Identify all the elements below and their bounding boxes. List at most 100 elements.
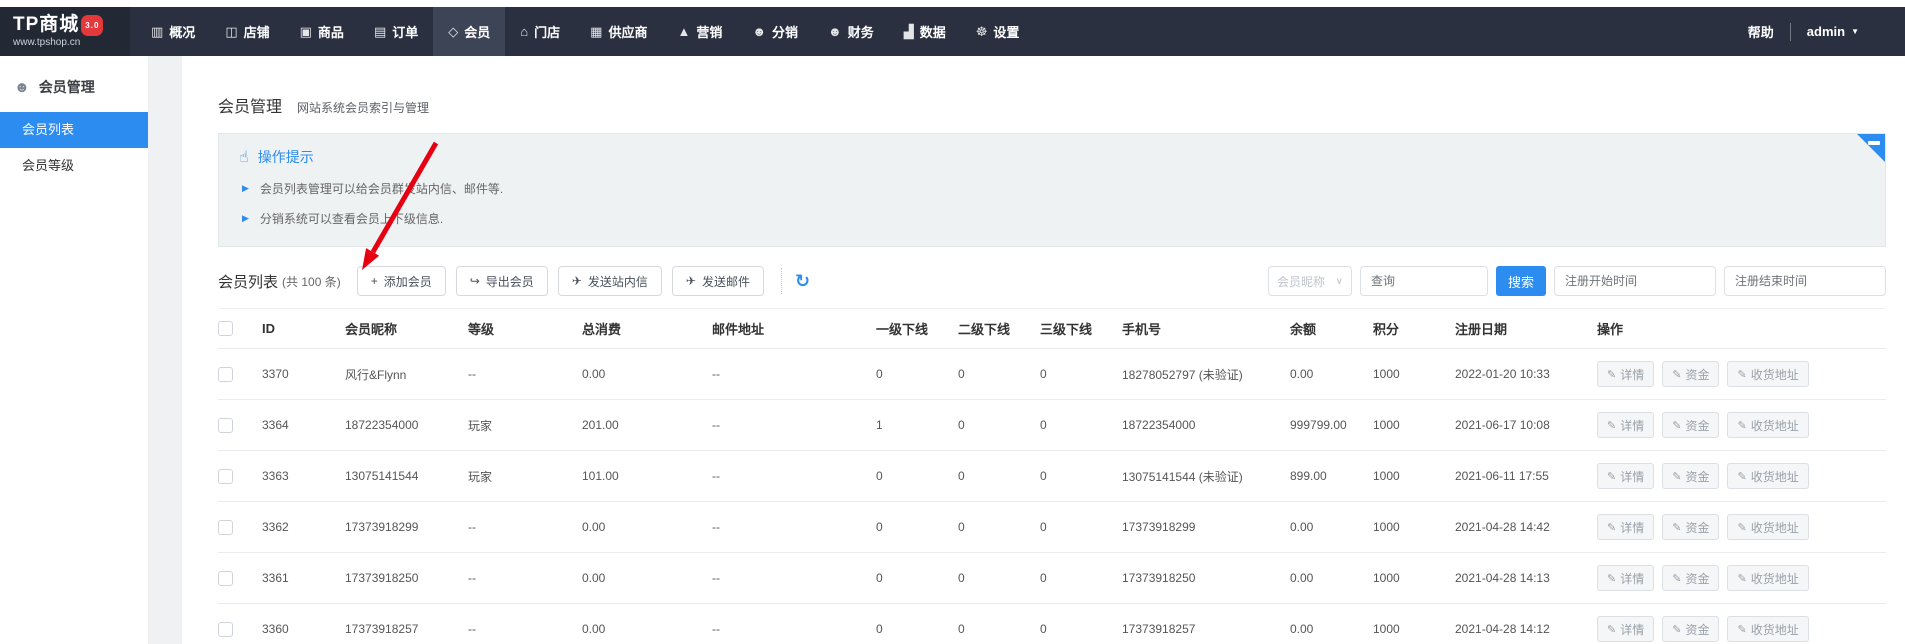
row-action-button[interactable]: ✎收货地址 [1727,463,1808,489]
row-action-button[interactable]: ✎ 收货地址 [1727,565,1808,591]
topnav-item-supplier[interactable]: ▦供应商 [575,7,662,56]
tips-collapse-corner[interactable] [1857,134,1885,162]
topnav-item-distribution[interactable]: ☻分销 [737,7,813,56]
triangle-bullet-icon: ▶ [242,213,249,224]
row-actions: ✎详情 ✎资金 ✎ 收货地址 [1597,565,1886,591]
cell-id: 3370 [262,367,345,381]
sidebar-group-member-management[interactable]: ☻ 会员管理 [0,56,148,112]
edit-icon: ✎ [1737,572,1746,585]
brand-logo[interactable]: TP商城3.0 www.tpshop.cn [0,7,130,56]
topnav-item-data[interactable]: ▟数据 [889,7,961,56]
cell-total: 201.00 [582,418,712,432]
row-action-button[interactable]: ✎详情 [1597,412,1654,438]
topnav-item-members[interactable]: ◇会员 [433,7,505,56]
cell-l1: 0 [876,622,958,636]
row-action-label: 收货地址 [1751,570,1799,587]
edit-icon: ✎ [1672,368,1681,381]
row-checkbox[interactable] [218,418,233,433]
topnav-item-orders[interactable]: ▤订单 [359,7,433,56]
refresh-icon[interactable]: ↻ [795,272,810,290]
row-action-button[interactable]: ✎资金 [1662,616,1719,642]
select-all-checkbox[interactable] [218,321,233,336]
sidebar-item[interactable]: 会员等级 [0,148,148,184]
topnav-right: 帮助 admin▼ [1748,7,1905,56]
cell-email: -- [712,520,876,534]
topnav-item-goods[interactable]: ▣商品 [285,7,359,56]
tip-item: ▶分销系统可以查看会员上下级信息. [239,210,1865,227]
topnav-item-stores[interactable]: ⌂ 门店 [505,7,575,56]
row-action-button[interactable]: ✎收货地址 [1727,616,1808,642]
cell-level: -- [468,571,582,585]
cell-reg: 2021-04-28 14:12 [1455,622,1597,636]
row-checkbox[interactable] [218,571,233,586]
brand-logo-url: www.tpshop.cn [13,37,130,48]
send-email-icon: ✈ [686,274,696,288]
row-action-button[interactable]: ✎收货地址 [1727,514,1808,540]
send-message-button[interactable]: ✈发送站内信 [558,266,662,296]
topnav-item-settings[interactable]: ☸设置 [961,7,1035,56]
toolbar-divider [781,268,782,294]
export-button[interactable]: ↪导出会员 [456,266,548,296]
cell-id: 3360 [262,622,345,636]
cell-nickname: 风行&Flynn [345,366,468,383]
row-checkbox[interactable] [218,367,233,382]
search-button[interactable]: 搜索 [1496,266,1546,296]
edit-icon: ✎ [1607,368,1616,381]
cell-nickname: 17373918250 [345,571,468,585]
row-action-button[interactable]: ✎资金 [1662,361,1719,387]
row-action-button[interactable]: ✎资金 [1662,463,1719,489]
row-action-button[interactable]: ✎ 详情 [1597,361,1654,387]
sidebar-item[interactable]: 会员列表 [0,112,148,148]
send-email-button[interactable]: ✈发送邮件 [672,266,764,296]
topnav-item-marketing[interactable]: ▲营销 [662,7,737,56]
edit-icon: ✎ [1607,419,1616,432]
row-action-label: 详情 [1620,366,1644,383]
edit-icon: ✎ [1737,521,1746,534]
topnav-item-shop[interactable]: ◫店铺 [210,7,284,56]
cell-nickname: 17373918257 [345,622,468,636]
row-action-label: 资金 [1685,417,1709,434]
topnav-item-finance[interactable]: ☻财务 [813,7,889,56]
row-action-button[interactable]: ✎收货地址 [1727,361,1808,387]
cell-total: 0.00 [582,571,712,585]
search-field-select[interactable]: 会员昵称 ∨ [1268,266,1352,296]
topnav-item-dashboard[interactable]: ▥概况 [136,7,210,56]
row-action-button[interactable]: ✎资金 [1662,565,1719,591]
help-link[interactable]: 帮助 [1748,22,1774,41]
row-checkbox[interactable] [218,622,233,637]
row-action-button[interactable]: ✎详情 [1597,463,1654,489]
user-menu[interactable]: admin▼ [1807,24,1859,39]
register-end-date-input[interactable] [1724,266,1886,296]
topnav-item-label: 订单 [392,22,418,41]
settings-icon: ☸ [976,24,988,40]
list-count: (共 100 条) [282,273,341,290]
plus-button[interactable]: +添加会员 [357,266,446,296]
row-actions: ✎ 详情 ✎资金 ✎收货地址 [1597,361,1886,387]
stores-icon: ⌂ [520,24,528,39]
row-checkbox-cell [218,622,262,637]
row-checkbox[interactable] [218,520,233,535]
cell-points: 1000 [1373,418,1455,432]
cell-reg: 2021-06-11 17:55 [1455,469,1597,483]
row-action-button[interactable]: ✎详情 [1597,565,1654,591]
table-row: 3370风行&Flynn--0.00--00018278052797 (未验证)… [218,349,1886,400]
row-checkbox[interactable] [218,469,233,484]
topnav-item-label: 门店 [534,22,560,41]
row-action-button[interactable]: ✎ 详情 [1597,514,1654,540]
register-start-date-input[interactable] [1554,266,1716,296]
cell-phone: 13075141544 (未验证) [1122,468,1290,485]
triangle-bullet-icon: ▶ [242,183,249,194]
cell-l2: 0 [958,622,1040,636]
topnav-item-label: 会员 [464,22,490,41]
hand-pointer-icon: ☝ [239,147,249,167]
row-action-label: 详情 [1620,519,1644,536]
row-action-button[interactable]: ✎资金 [1662,412,1719,438]
edit-icon: ✎ [1737,368,1746,381]
row-checkbox-cell [218,367,262,382]
row-action-button[interactable]: ✎详情 [1597,616,1654,642]
row-action-button[interactable]: ✎资金 [1662,514,1719,540]
data-icon: ▟ [904,24,914,40]
query-input[interactable] [1360,266,1488,296]
row-action-button[interactable]: ✎收货地址 [1727,412,1808,438]
edit-icon: ✎ [1607,521,1616,534]
